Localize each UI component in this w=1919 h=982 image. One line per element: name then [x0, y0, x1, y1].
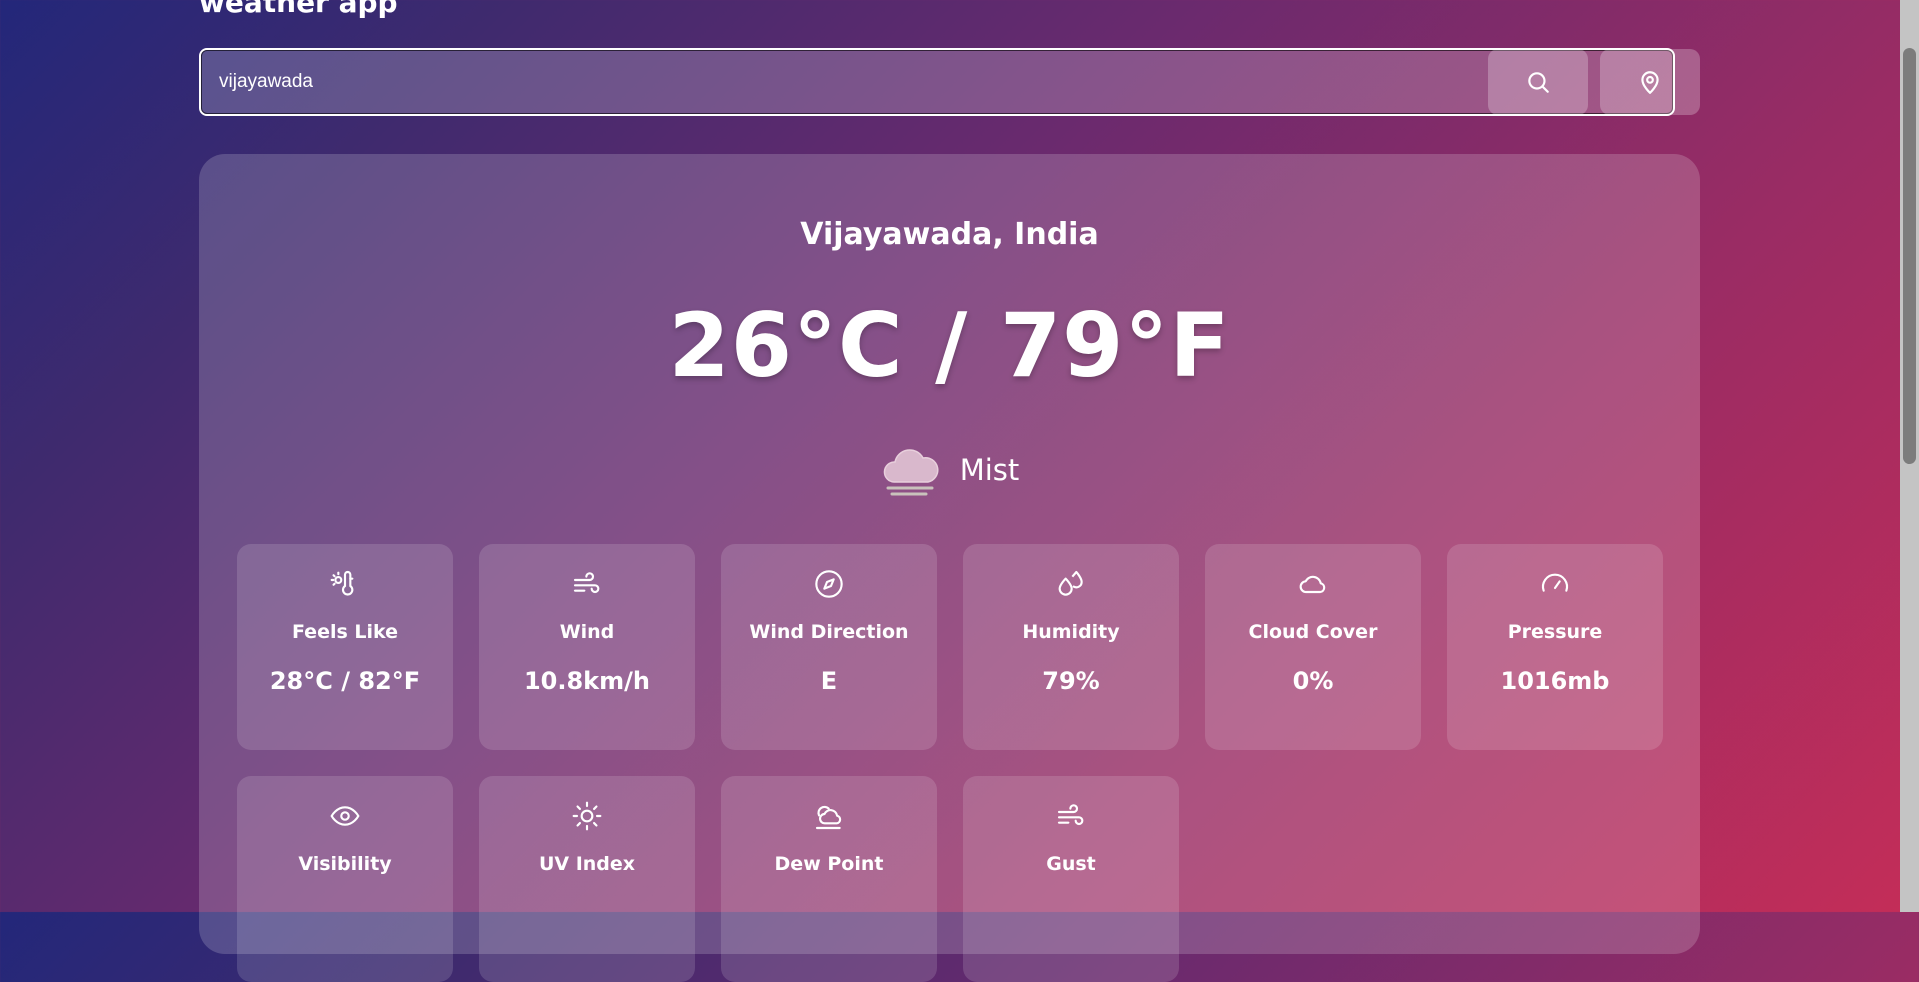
search-button[interactable]: [1488, 49, 1588, 115]
detail-value: 1016mb: [1500, 667, 1610, 695]
weather-condition: Mist: [199, 442, 1700, 498]
detail-label: Pressure: [1507, 621, 1603, 643]
page-scrollbar[interactable]: [1900, 0, 1919, 912]
current-location-button[interactable]: [1600, 49, 1700, 115]
condition-text: Mist: [959, 453, 1020, 487]
detail-label: Feels Like: [291, 621, 399, 643]
detail-value: 28°C / 82°F: [269, 667, 421, 695]
detail-value: E: [820, 667, 838, 695]
detail-label: Gust: [1046, 853, 1096, 875]
weather-card: Vijayawada, India 26°C / 79°F Mist Feels…: [199, 154, 1700, 982]
detail-tile-dew-point: Dew Point: [721, 776, 937, 982]
search-icon: [1528, 72, 1549, 93]
search-row: [199, 48, 1700, 116]
gauge-icon: [1541, 573, 1569, 592]
weather-details-grid: Feels Like 28°C / 82°F Wind 10.8km/h Win…: [237, 544, 1663, 982]
detail-label: Wind: [559, 621, 615, 643]
detail-tile-feels-like: Feels Like 28°C / 82°F: [237, 544, 453, 750]
detail-tile-humidity: Humidity 79%: [963, 544, 1179, 750]
detail-label: Humidity: [1022, 621, 1120, 643]
detail-tile-cloud-cover: Cloud Cover 0%: [1205, 544, 1421, 750]
cloud-icon: [1299, 575, 1326, 594]
thermometer-sun-icon: [330, 571, 354, 596]
mist-cloud-icon: [883, 449, 939, 496]
location-name: Vijayawada, India: [800, 217, 1099, 252]
detail-tile-pressure: Pressure 1016mb: [1447, 544, 1663, 750]
scrollbar-thumb[interactable]: [1903, 48, 1916, 464]
map-pin-icon: [1641, 71, 1659, 94]
sun-icon: [572, 801, 602, 831]
wind-icon: [573, 572, 600, 594]
compass-icon: [815, 570, 843, 598]
detail-tile-wind-direction: Wind Direction E: [721, 544, 937, 750]
detail-tile-gust: Gust: [963, 776, 1179, 982]
detail-tile-visibility: Visibility: [237, 776, 453, 982]
detail-label: UV Index: [538, 853, 636, 875]
detail-label: Cloud Cover: [1248, 621, 1378, 643]
detail-tile-uv-index: UV Index: [479, 776, 695, 982]
app-title: weather app: [199, 0, 398, 19]
detail-label: Visibility: [298, 853, 392, 875]
detail-value: 0%: [1292, 667, 1334, 695]
droplets-icon: [1058, 570, 1083, 596]
wind-icon: [1057, 804, 1084, 826]
detail-tile-wind: Wind 10.8km/h: [479, 544, 695, 750]
detail-value: 10.8km/h: [523, 667, 651, 695]
city-search-input[interactable]: [199, 48, 1675, 116]
detail-label: Wind Direction: [749, 621, 909, 643]
eye-icon: [330, 806, 360, 826]
cloud-sun-icon: [815, 805, 842, 830]
temperature: 26°C / 79°F: [668, 294, 1231, 397]
detail-value: 79%: [1042, 667, 1100, 695]
detail-label: Dew Point: [774, 853, 884, 875]
